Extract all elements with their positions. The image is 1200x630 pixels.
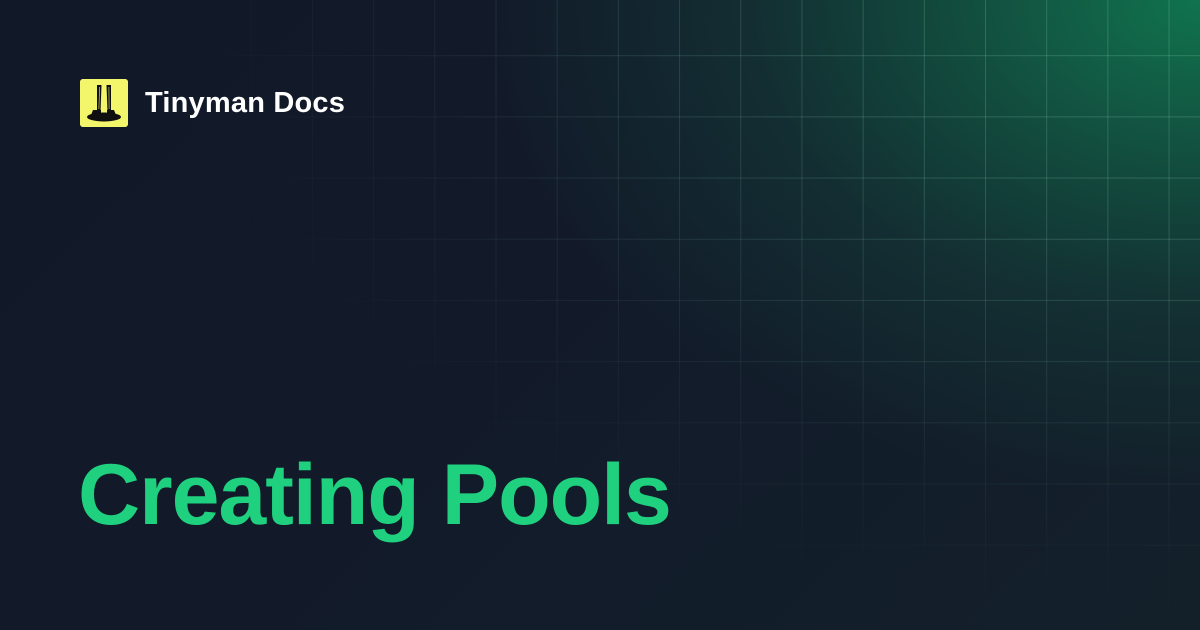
brand-name: Tinyman Docs — [145, 87, 346, 119]
social-card: Tinyman Docs Creating Pools — [0, 0, 1200, 630]
brand: Tinyman Docs — [80, 79, 345, 127]
tinyman-logo-icon — [80, 79, 128, 127]
page-title: Creating Pools — [78, 447, 672, 543]
